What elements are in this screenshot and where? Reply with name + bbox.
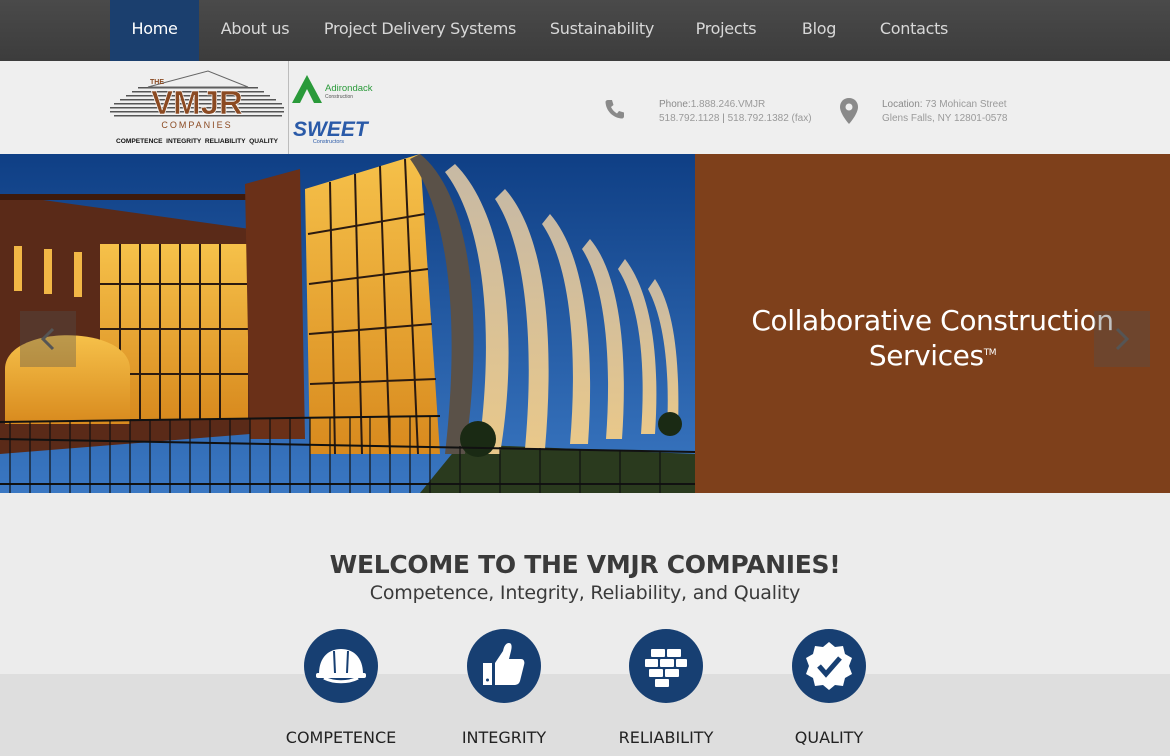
hero-slider: Collaborative Construction ServicesTM [0,154,1170,493]
vmjr-logo[interactable]: THE VMJR COMPANIES COMPETENCE INTEGRITY … [108,67,286,149]
logo-name-text: VMJR [151,84,243,121]
welcome-title: WELCOME TO THE VMJR COMPANIES! [329,550,841,579]
phone-local[interactable]: 518.792.1128 [659,113,719,124]
nav-project-delivery-systems[interactable]: Project Delivery Systems [322,0,518,61]
slider-next-button[interactable] [1094,311,1150,367]
hard-hat-icon [316,649,366,684]
location-block: Location: 73 Mohican Street Glens Falls,… [882,98,1052,126]
badge-check-icon [806,642,852,690]
phone-label: Phone: [659,99,691,110]
phone-fax: 518.792.1382 (fax) [727,113,812,124]
nav-blog[interactable]: Blog [788,0,850,61]
competence-circle[interactable] [304,629,378,703]
phone-block: Phone:1.888.246.VMJR 518.792.1128 | 518.… [659,98,829,126]
nav-home[interactable]: Home [110,0,199,61]
value-label-competence[interactable]: COMPETENCE [261,728,421,747]
values-band [0,674,1170,756]
location-label: Location: [882,99,923,110]
location-pin-icon [839,97,859,125]
logo-companies-text: COMPANIES [161,120,232,130]
slider-prev-button[interactable] [20,311,76,367]
value-label-quality[interactable]: QUALITY [749,728,909,747]
nav-contacts[interactable]: Contacts [872,0,956,61]
adk-name-text: Adirondack [325,83,373,94]
location-street: 73 Mohican Street [925,99,1007,110]
sweet-sub-text: Constructors [313,139,344,145]
main-nav: Home About us Project Delivery Systems S… [0,0,1170,61]
location-city: Glens Falls, NY 12801-0578 [882,113,1008,124]
nav-sustainability[interactable]: Sustainability [540,0,664,61]
adk-sub-text: Construction [325,94,353,100]
sweet-name-text: SWEET [293,118,370,141]
adirondack-logo[interactable]: Adirondack Construction [292,73,382,105]
site-header: THE VMJR COMPANIES COMPETENCE INTEGRITY … [0,61,1170,154]
phone-separator: | [722,113,725,124]
nav-projects[interactable]: Projects [686,0,766,61]
hero-caption-line2: Services [868,339,984,372]
sweet-logo[interactable]: SWEET Constructors [292,116,382,146]
value-label-integrity[interactable]: INTEGRITY [424,728,584,747]
quality-circle[interactable] [792,629,866,703]
integrity-circle[interactable] [467,629,541,703]
chevron-right-icon [1115,327,1130,351]
phone-main[interactable]: 1.888.246.VMJR [691,99,766,110]
phone-icon [604,98,626,120]
chevron-left-icon [40,327,55,351]
brick-wall-icon [645,649,687,687]
hero-caption-tm: TM [983,348,997,358]
value-label-reliability[interactable]: RELIABILITY [586,728,746,747]
welcome-subtitle: Competence, Integrity, Reliability, and … [369,582,801,604]
logo-divider [288,61,289,154]
hero-library-image [0,154,696,493]
logo-tagline-text: COMPETENCE INTEGRITY RELIABILITY QUALITY [116,138,279,145]
nav-about-us[interactable]: About us [210,0,300,61]
thumbs-up-icon [483,643,525,685]
reliability-circle[interactable] [629,629,703,703]
